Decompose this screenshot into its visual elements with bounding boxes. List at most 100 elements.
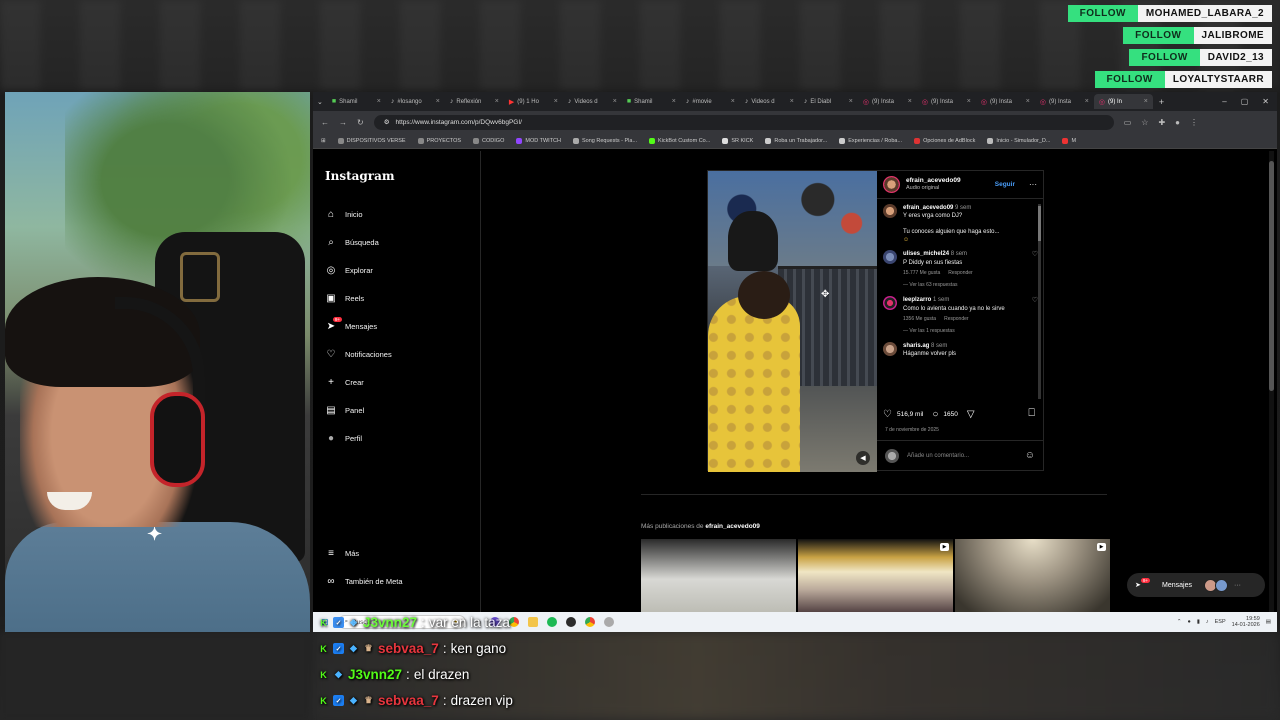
page-scrollbar[interactable] bbox=[1269, 151, 1274, 612]
like-heart-icon[interactable]: ♡ bbox=[883, 409, 892, 420]
bookmark[interactable]: Opciones de AdBlock bbox=[914, 137, 975, 144]
close-tab-icon[interactable]: × bbox=[495, 98, 499, 105]
comment-icon[interactable]: ○ bbox=[932, 409, 938, 420]
commenter-name[interactable]: sharis.ag bbox=[903, 343, 929, 349]
browser-tab[interactable]: ■ Shamil × bbox=[622, 94, 681, 109]
network-icon[interactable]: ▮ bbox=[1197, 619, 1200, 625]
extensions-icon[interactable]: ✚ bbox=[1158, 118, 1165, 127]
sidebar-item-mensajes[interactable]: ➤ 9+ Mensajes bbox=[325, 316, 392, 334]
browser-tab[interactable]: ♪ El Diabl × bbox=[799, 94, 858, 109]
mute-icon[interactable]: ◀ bbox=[856, 451, 870, 465]
bookmark[interactable]: M bbox=[1062, 137, 1076, 144]
browser-tab[interactable]: ◎ (9) Insta × bbox=[976, 94, 1035, 109]
emoji-picker-icon[interactable]: ☺ bbox=[1025, 450, 1035, 461]
tray-chevron-icon[interactable]: ⌃ bbox=[1177, 619, 1182, 625]
commenter-name[interactable]: efrain_acevedo09 bbox=[903, 205, 953, 211]
bookmark[interactable]: PROYECTOS bbox=[417, 137, 461, 144]
commenter-avatar[interactable] bbox=[883, 204, 897, 218]
close-tab-icon[interactable]: × bbox=[790, 98, 794, 105]
bookmark[interactable]: Inicio - Simulador_D... bbox=[987, 137, 1050, 144]
close-tab-icon[interactable]: × bbox=[908, 98, 912, 105]
sidebar-item-crear[interactable]: + Crear bbox=[325, 375, 392, 390]
share-icon[interactable]: ▽ bbox=[967, 409, 975, 420]
bookmark[interactable]: DISPOSITIVOS VERSE bbox=[337, 137, 406, 144]
file-explorer-icon[interactable] bbox=[528, 617, 539, 627]
bookmark[interactable]: Roba un Trabajador... bbox=[765, 137, 827, 144]
sidebar-item-meta[interactable]: ∞ También de Meta bbox=[325, 574, 402, 589]
view-replies-link[interactable]: — Ver las 1 respuestas bbox=[903, 328, 1038, 334]
browser-tab[interactable]: ♪ Videos d × bbox=[740, 94, 799, 109]
post-thumbnail[interactable] bbox=[641, 539, 796, 612]
messages-floating-button[interactable]: ➤ 9+ Mensajes ··· bbox=[1127, 573, 1265, 597]
new-tab-button[interactable]: + bbox=[1159, 97, 1164, 107]
keyboard-language[interactable]: ESP bbox=[1215, 619, 1226, 625]
close-tab-icon[interactable]: × bbox=[672, 98, 676, 105]
maximize-button[interactable]: ▢ bbox=[1241, 97, 1249, 106]
post-thumbnail[interactable]: ▶ bbox=[955, 539, 1110, 612]
sidebar-item-explorar[interactable]: ◎ Explorar bbox=[325, 263, 392, 278]
browser-tab[interactable]: ◎ (9) Insta × bbox=[917, 94, 976, 109]
instagram-logo[interactable]: Instagram bbox=[325, 169, 395, 183]
minimize-button[interactable]: – bbox=[1222, 97, 1226, 106]
close-tab-icon[interactable]: × bbox=[1144, 98, 1148, 105]
browser-tab[interactable]: ◎ (9) Insta × bbox=[1035, 94, 1094, 109]
sidebar-item-notificaciones[interactable]: ♡ Notificaciones bbox=[325, 347, 392, 362]
back-arrow-icon[interactable]: ← bbox=[321, 118, 329, 127]
url-bar[interactable]: ⚙ https://www.instagram.com/p/DQwv6bgPGI… bbox=[373, 114, 1114, 130]
sidebar-item-inicio[interactable]: ⌂ Inicio bbox=[325, 207, 392, 222]
bookmark-star-icon[interactable]: ☆ bbox=[1141, 118, 1148, 127]
site-info-icon[interactable]: ⚙ bbox=[384, 118, 390, 126]
sidebar-item-busqueda[interactable]: ⌕ Búsqueda bbox=[325, 235, 392, 250]
page-scrollbar-thumb[interactable] bbox=[1269, 161, 1274, 391]
follow-button[interactable]: Seguir bbox=[995, 181, 1015, 188]
comment-input[interactable]: Añade un comentario... bbox=[907, 453, 969, 459]
chrome-profile-icon[interactable] bbox=[585, 617, 596, 627]
apps-grid-icon[interactable]: ⊞ bbox=[321, 138, 326, 144]
microphone-icon[interactable]: ● bbox=[1188, 619, 1191, 625]
sidebar-item-mas[interactable]: ≡ Más bbox=[325, 546, 403, 561]
browser-tab[interactable]: ♪ Reflexión × bbox=[445, 94, 504, 109]
author-avatar[interactable] bbox=[883, 176, 900, 193]
post-video[interactable]: ✥ ◀ bbox=[708, 171, 877, 472]
author-username[interactable]: efrain_acevedo09 bbox=[906, 177, 961, 185]
tab-search-chevron-icon[interactable]: ⌄ bbox=[317, 98, 323, 106]
close-tab-icon[interactable]: × bbox=[1026, 98, 1030, 105]
close-tab-icon[interactable]: × bbox=[436, 98, 440, 105]
browser-tab[interactable]: ▶ (9) 1 Ho × bbox=[504, 94, 563, 109]
app-icon[interactable] bbox=[604, 617, 615, 627]
close-tab-icon[interactable]: × bbox=[1085, 98, 1089, 105]
browser-tab[interactable]: ■ Shamil × bbox=[327, 94, 386, 109]
commenter-name[interactable]: ulises_michel24 bbox=[903, 251, 949, 257]
close-window-button[interactable]: ✕ bbox=[1262, 97, 1269, 106]
save-bookmark-icon[interactable]: ⎕ bbox=[1028, 407, 1035, 420]
bookmark[interactable]: CODIGO bbox=[473, 137, 504, 144]
close-tab-icon[interactable]: × bbox=[613, 98, 617, 105]
sidebar-item-perfil[interactable]: ● Perfil bbox=[325, 431, 392, 446]
sidebar-item-reels[interactable]: ▣ Reels bbox=[325, 291, 392, 306]
close-tab-icon[interactable]: × bbox=[967, 98, 971, 105]
spotify-icon[interactable] bbox=[547, 617, 558, 627]
commenter-avatar[interactable] bbox=[883, 250, 897, 265]
browser-tab[interactable]: ♪ Videos d × bbox=[563, 94, 622, 109]
post-thumbnail[interactable]: ▶ bbox=[798, 539, 953, 612]
install-icon[interactable]: ▭ bbox=[1124, 118, 1132, 127]
bookmark[interactable]: Experiencias / Roba... bbox=[839, 137, 902, 144]
browser-tab-active[interactable]: ◎ (9) In × bbox=[1093, 94, 1153, 109]
bookmark[interactable]: KickBot Custom Co... bbox=[649, 137, 710, 144]
taskbar-clock[interactable]: 19:59 14-01-2026 bbox=[1232, 616, 1260, 628]
more-options-icon[interactable]: ··· bbox=[1029, 180, 1037, 189]
close-tab-icon[interactable]: × bbox=[377, 98, 381, 105]
notifications-icon[interactable]: ▤ bbox=[1266, 619, 1271, 625]
sidebar-item-panel[interactable]: ▤ Panel bbox=[325, 403, 392, 418]
commenter-avatar[interactable] bbox=[883, 342, 897, 357]
browser-tab[interactable]: ◎ (9) Insta × bbox=[858, 94, 917, 109]
view-replies-link[interactable]: — Ver las 63 respuestas bbox=[903, 282, 1038, 288]
reload-icon[interactable]: ↻ bbox=[357, 118, 364, 127]
more-posts-user[interactable]: efrain_acevedo09 bbox=[705, 523, 760, 530]
commenter-name[interactable]: leeplzarro bbox=[903, 297, 931, 303]
profile-icon[interactable]: ● bbox=[1175, 118, 1180, 127]
bookmark[interactable]: Song Requests - Pla... bbox=[573, 137, 637, 144]
scrollbar-thumb[interactable] bbox=[1038, 206, 1041, 241]
forward-arrow-icon[interactable]: → bbox=[339, 118, 347, 127]
reply-link[interactable]: Responder bbox=[944, 316, 968, 323]
